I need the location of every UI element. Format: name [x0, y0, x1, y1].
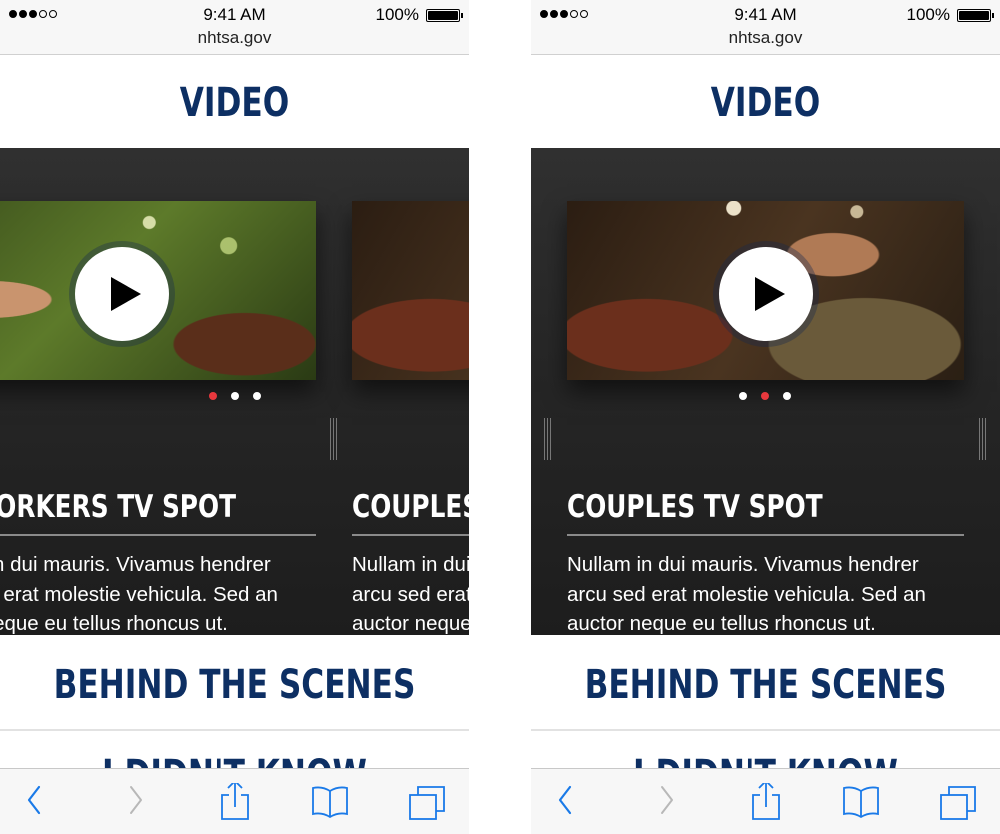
battery-percentage: 100%: [906, 5, 950, 24]
play-button[interactable]: [719, 247, 813, 341]
carousel-pagination: [209, 392, 261, 400]
phone-screen-left: 9:41 AM nhtsa.gov 100% VIDEO CO-WORKERS …: [0, 0, 469, 834]
back-icon[interactable]: [545, 783, 585, 823]
description-line: Nullam in dui mauris. Vivamus hendrer: [567, 553, 919, 576]
section-divider: [0, 729, 469, 731]
video-card-couples: COUPLES TV SPOT Nullam in dui mauris. Vi…: [567, 201, 964, 635]
address-bar[interactable]: nhtsa.gov: [0, 28, 469, 48]
video-card-title: CO-WORKERS TV SPOT: [0, 489, 236, 525]
pagination-dot-active[interactable]: [761, 392, 769, 400]
video-thumbnail-co-workers[interactable]: [0, 201, 316, 380]
carousel-drag-handle[interactable]: [541, 418, 553, 460]
battery-icon: [426, 9, 463, 22]
video-card-description: Nullam in dui mauris. Vivamus hendrer ar…: [352, 550, 469, 635]
title-divider: [352, 534, 469, 536]
title-divider: [567, 534, 964, 536]
pagination-dot[interactable]: [739, 392, 747, 400]
battery-icon: [957, 9, 994, 22]
video-card-co-workers: CO-WORKERS TV SPOT Nullam in dui mauris.…: [0, 201, 316, 635]
pagination-dot[interactable]: [231, 392, 239, 400]
video-heading: VIDEO: [179, 80, 290, 126]
video-thumbnail-couples[interactable]: [567, 201, 964, 380]
description-line: Nullam in dui mauris. Vivamus hendrer: [0, 553, 271, 576]
tabs-icon[interactable]: [408, 783, 448, 823]
carousel-drag-handle[interactable]: [976, 418, 988, 460]
description-line: arcu sed erat molestie vehicula. Sed an: [352, 582, 469, 606]
share-icon[interactable]: [746, 783, 786, 823]
video-thumbnail-couples[interactable]: [352, 201, 469, 380]
description-line: auctor neque eu tellus rhoncus ut.: [352, 612, 469, 635]
video-card-title: COUPLES TV SPOT: [567, 489, 823, 525]
description-line: arcu sed erat molestie vehicula. Sed an: [0, 582, 278, 606]
bookmarks-icon[interactable]: [841, 783, 881, 823]
title-divider: [0, 534, 316, 536]
forward-icon[interactable]: [649, 783, 689, 823]
video-card-title: COUPLES TV SPOT: [352, 489, 469, 525]
video-heading: VIDEO: [710, 80, 821, 126]
browser-toolbar: [531, 768, 1000, 834]
phone-screen-right: 9:41 AM nhtsa.gov 100% VIDEO COUPLES TV …: [531, 0, 1000, 834]
description-line: Nullam in dui mauris. Vivamus hendrer: [352, 553, 469, 576]
tabs-icon[interactable]: [939, 783, 979, 823]
back-icon[interactable]: [14, 783, 54, 823]
carousel-pagination: [739, 392, 791, 400]
video-carousel[interactable]: COUPLES TV SPOT Nullam in dui mauris. Vi…: [531, 148, 1000, 635]
status-bar: 9:41 AM nhtsa.gov 100%: [531, 0, 1000, 55]
play-icon: [755, 277, 785, 311]
pagination-dot-active[interactable]: [209, 392, 217, 400]
battery-percentage: 100%: [375, 5, 419, 24]
play-icon: [111, 277, 141, 311]
video-card-description: Nullam in dui mauris. Vivamus hendrer ar…: [567, 550, 964, 635]
forward-icon[interactable]: [118, 783, 158, 823]
address-bar[interactable]: nhtsa.gov: [531, 28, 1000, 48]
carousel-drag-handle[interactable]: [327, 418, 339, 460]
behind-the-scenes-heading[interactable]: BEHIND THE SCENES: [583, 662, 949, 708]
browser-toolbar: [0, 768, 469, 834]
video-card-description: Nullam in dui mauris. Vivamus hendrer ar…: [0, 550, 316, 635]
description-line: arcu sed erat molestie vehicula. Sed an: [567, 582, 926, 606]
video-card-couples: COUPLES TV SPOT Nullam in dui mauris. Vi…: [352, 201, 469, 635]
status-bar: 9:41 AM nhtsa.gov 100%: [0, 0, 469, 55]
pagination-dot[interactable]: [783, 392, 791, 400]
bookmarks-icon[interactable]: [310, 783, 350, 823]
share-icon[interactable]: [215, 783, 255, 823]
video-carousel[interactable]: CO-WORKERS TV SPOT Nullam in dui mauris.…: [0, 148, 469, 635]
description-line: auctor neque eu tellus rhoncus ut.: [0, 612, 228, 635]
section-divider: [531, 729, 1000, 731]
behind-the-scenes-heading[interactable]: BEHIND THE SCENES: [52, 662, 418, 708]
description-line: auctor neque eu tellus rhoncus ut.: [567, 612, 876, 635]
play-button[interactable]: [75, 247, 169, 341]
pagination-dot[interactable]: [253, 392, 261, 400]
